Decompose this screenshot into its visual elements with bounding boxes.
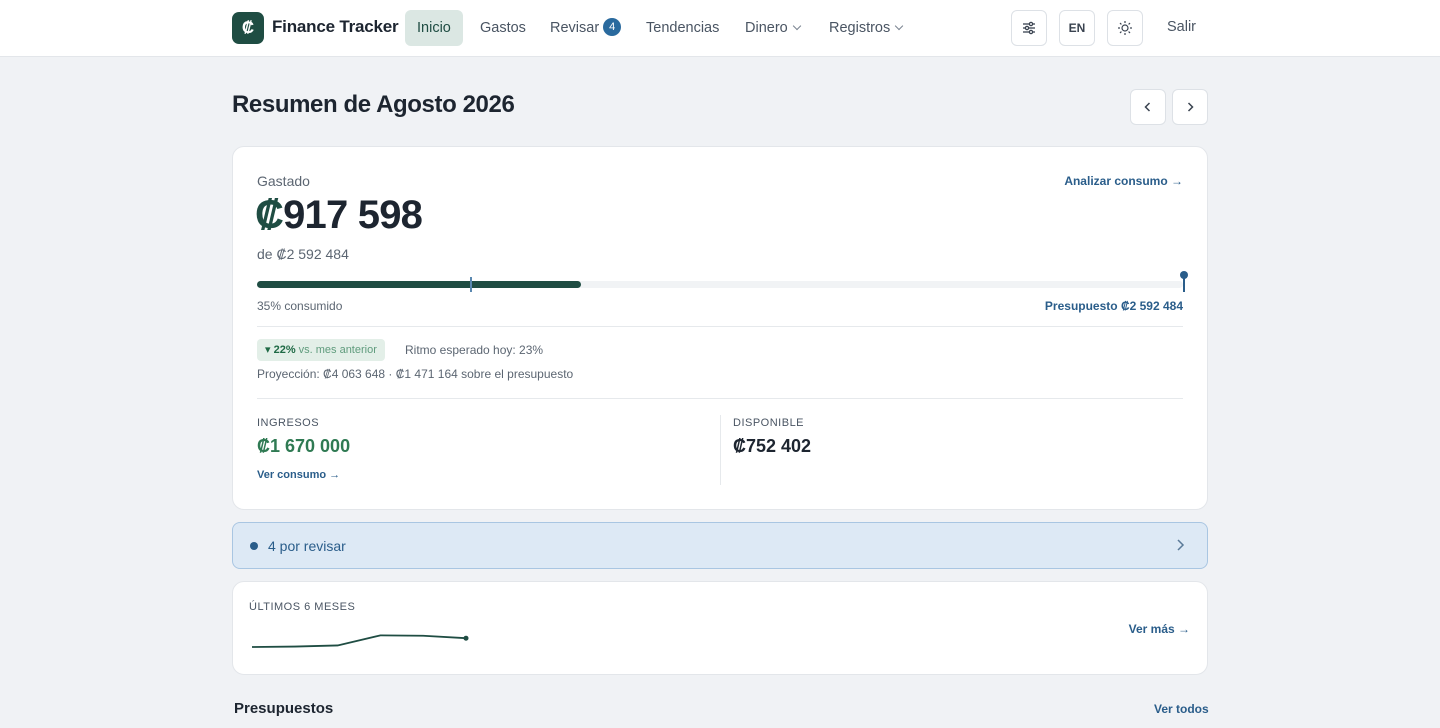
projection-text: Proyección: ₡4 063 648 · ₡1 471 164 sobr… xyxy=(257,367,574,381)
percent-consumed: 35% consumido xyxy=(257,299,343,313)
trend-down-icon: ▾ xyxy=(265,344,271,356)
trend-value: 22% xyxy=(273,344,296,356)
chevron-right-icon xyxy=(1187,102,1194,112)
chevron-down-icon xyxy=(895,21,904,31)
trend-card-label: ÚLTIMOS 6 MESES xyxy=(249,601,356,613)
nav-gastos[interactable]: Gastos xyxy=(480,10,526,46)
app-name[interactable]: Finance Tracker xyxy=(272,17,399,37)
page-title: Resumen de Agosto 2026 xyxy=(232,91,515,118)
budgets-section-title: Presupuestos xyxy=(234,700,334,717)
pending-review-banner[interactable]: 4 por revisar xyxy=(232,522,1208,569)
nav-revisar-label: Revisar xyxy=(550,20,600,36)
vertical-divider xyxy=(720,415,721,485)
chevron-down-icon xyxy=(792,21,801,31)
available-label: DISPONIBLE xyxy=(733,417,805,429)
spent-amount: ₡917 598 xyxy=(255,193,423,238)
see-more-link[interactable]: Ver más → xyxy=(1129,622,1190,636)
spent-amount-value: 917 598 xyxy=(283,193,423,237)
income-label: INGRESOS xyxy=(257,417,320,429)
review-count-badge: 4 xyxy=(603,18,622,37)
chevron-right-icon xyxy=(1177,539,1185,551)
nav-revisar[interactable]: Revisar 4 xyxy=(550,10,622,46)
chevron-left-icon xyxy=(1144,102,1151,112)
app-logo[interactable]: ₡ xyxy=(232,12,264,44)
spending-summary-card: Gastado Analizar consumo → ₡917 598 de ₡… xyxy=(232,146,1208,510)
expected-pace-text: Ritmo esperado hoy: 23% xyxy=(405,343,544,357)
spent-label: Gastado xyxy=(257,173,310,189)
nav-tendencias[interactable]: Tendencias xyxy=(646,10,719,46)
nav-dinero-label: Dinero xyxy=(745,20,788,36)
divider xyxy=(257,398,1183,399)
nav-dinero[interactable]: Dinero xyxy=(745,10,801,46)
sun-icon xyxy=(1118,21,1132,35)
six-month-trend-card: ÚLTIMOS 6 MESES Ver más → xyxy=(232,581,1208,675)
trend-suffix: vs. mes anterior xyxy=(298,344,377,356)
language-button[interactable]: EN xyxy=(1059,10,1095,46)
budget-total-text: de ₡2 592 484 xyxy=(257,246,349,262)
analyze-consumption-link[interactable]: Analizar consumo → xyxy=(1064,174,1183,188)
available-value: ₡752 402 xyxy=(733,436,812,456)
budget-progress-fill xyxy=(257,281,582,288)
nav-inicio[interactable]: Inicio xyxy=(405,10,463,46)
six-month-sparkline xyxy=(251,634,469,648)
next-month-button[interactable] xyxy=(1172,89,1208,125)
currency-symbol: ₡ xyxy=(255,193,284,237)
logout-link[interactable]: Salir xyxy=(1167,19,1196,35)
top-navigation-bar: ₡ Finance Tracker Inicio Gastos Revisar 4… xyxy=(0,0,1440,57)
sparkline-last-point xyxy=(463,635,469,641)
see-consumption-link[interactable]: Ver consumo → xyxy=(257,469,340,481)
divider xyxy=(257,326,1183,327)
status-dot-icon xyxy=(250,542,258,550)
income-value: ₡1 670 000 xyxy=(257,436,351,456)
previous-month-button[interactable] xyxy=(1130,89,1166,125)
see-all-budgets-link[interactable]: Ver todos xyxy=(1154,702,1209,716)
expected-pace-marker xyxy=(469,277,472,292)
sparkline-line xyxy=(251,634,467,648)
budget-progress-bar xyxy=(257,277,1183,292)
month-comparison-chip: ▾ 22% vs. mes anterior xyxy=(257,339,385,361)
nav-registros-label: Registros xyxy=(829,20,891,36)
theme-toggle-button[interactable] xyxy=(1107,10,1143,46)
sliders-icon xyxy=(1023,21,1035,35)
nav-registros[interactable]: Registros xyxy=(829,10,904,46)
budget-limit-marker-dot xyxy=(1180,271,1188,279)
budget-amount-label: Presupuesto ₡2 592 484 xyxy=(1044,299,1183,313)
pending-review-text: 4 por revisar xyxy=(268,538,346,554)
settings-button[interactable] xyxy=(1011,10,1047,46)
